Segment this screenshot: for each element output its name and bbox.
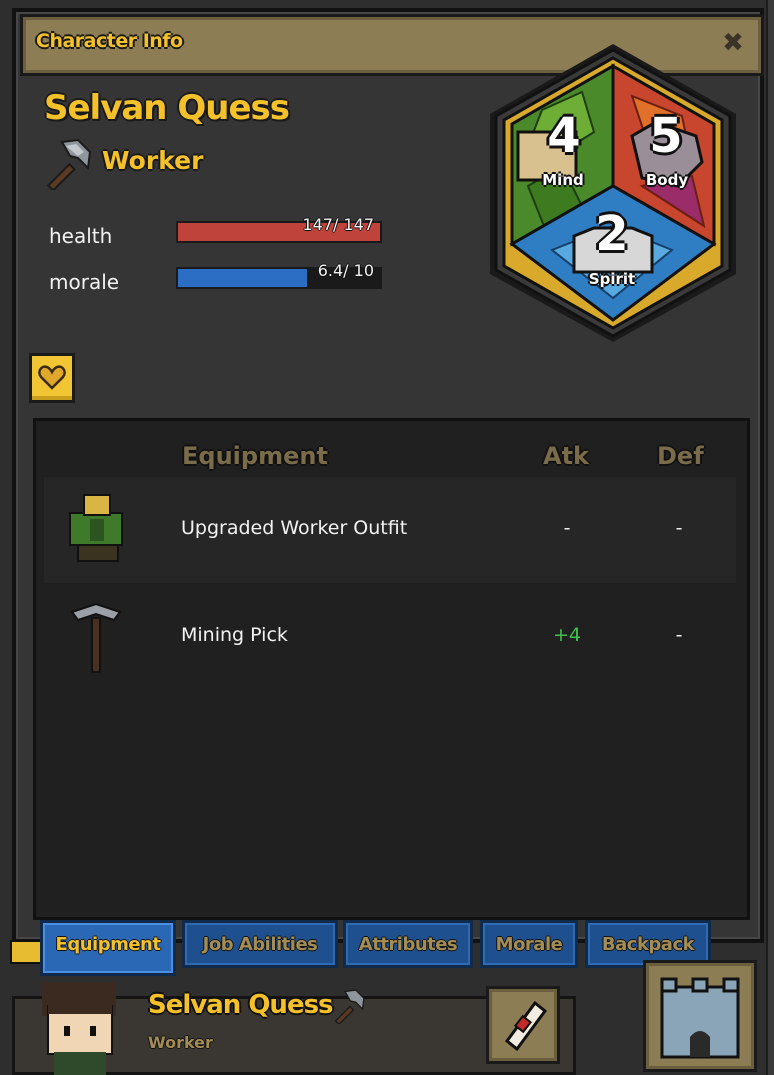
health-value: 147/ 147	[302, 215, 374, 234]
health-label: health	[49, 224, 113, 248]
tab-job-abilities[interactable]: Job Abilities	[182, 920, 338, 968]
item-name: Mining Pick	[181, 624, 288, 646]
character-name: Selvan Quess	[44, 88, 290, 128]
morale-bar: 6.4/ 10	[176, 261, 382, 289]
castle-icon	[660, 977, 740, 1059]
window-title: Character Info	[36, 30, 183, 52]
tab-morale[interactable]: Morale	[480, 920, 578, 968]
item-def: -	[675, 624, 683, 646]
morale-bar-fill	[178, 269, 308, 287]
item-atk: +4	[552, 624, 581, 646]
outfit-icon	[69, 494, 123, 562]
scroll-icon	[504, 1000, 548, 1052]
scroll-button[interactable]	[486, 986, 560, 1064]
mind-label: Mind	[542, 171, 584, 189]
pickaxe-icon	[70, 602, 122, 673]
heart-icon	[38, 365, 66, 390]
morale-value: 6.4/ 10	[317, 261, 374, 280]
equipment-row[interactable]: Mining Pick +4 -	[44, 584, 736, 690]
item-def: -	[675, 517, 683, 539]
favorite-button[interactable]	[29, 353, 75, 403]
footer-character-job: Worker	[148, 1033, 213, 1052]
tab-equipment[interactable]: Equipment	[40, 920, 176, 976]
attribute-hexagon[interactable]	[482, 36, 744, 346]
body-label: Body	[645, 171, 689, 189]
footer-character-name: Selvan Quess	[148, 990, 334, 1020]
item-name: Upgraded Worker Outfit	[181, 517, 408, 539]
hammer-icon	[46, 138, 92, 190]
spirit-value: 2	[595, 206, 629, 262]
background-edge	[766, 0, 774, 1075]
equipment-row[interactable]: Upgraded Worker Outfit - -	[44, 477, 736, 583]
mind-value: 4	[547, 108, 581, 164]
body-value: 5	[649, 108, 683, 164]
atk-header: Atk	[543, 442, 590, 470]
side-tab[interactable]	[10, 940, 42, 964]
equipment-header: Equipment	[182, 442, 328, 470]
item-atk: -	[563, 517, 571, 539]
morale-label: morale	[49, 270, 120, 294]
tab-attributes[interactable]: Attributes	[343, 920, 473, 968]
hammer-icon	[334, 989, 365, 1024]
spirit-label: Spirit	[588, 270, 636, 288]
avatar[interactable]	[24, 976, 132, 1075]
character-job: Worker	[102, 146, 204, 175]
health-bar: 147/ 147	[176, 215, 382, 243]
def-header: Def	[657, 442, 704, 470]
castle-button[interactable]	[643, 960, 757, 1072]
